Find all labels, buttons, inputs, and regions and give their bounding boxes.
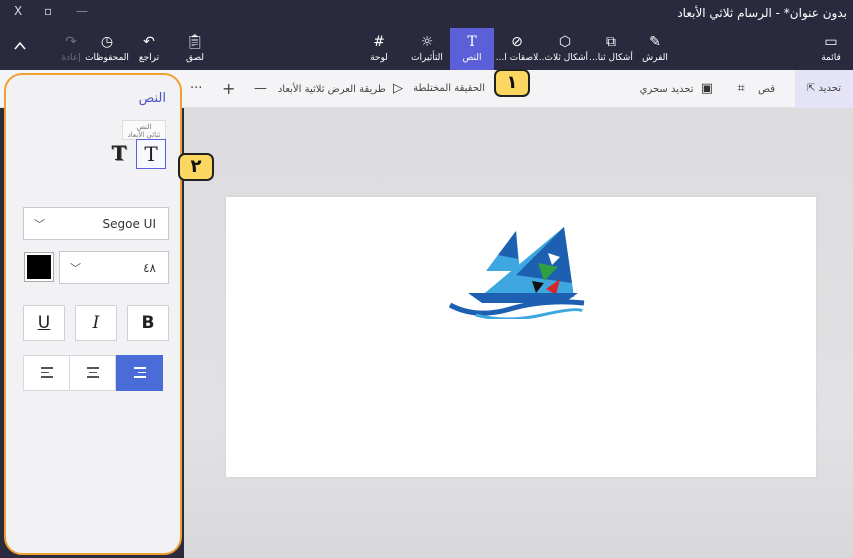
sticker-icon: ⊘ — [511, 34, 523, 50]
select-label: تحديد — [818, 83, 842, 94]
canvas[interactable] — [226, 197, 816, 477]
crop-button[interactable]: قص ⌗ — [733, 70, 775, 108]
canvas-label: لوحة — [370, 53, 388, 63]
clipboard-icon: 📋︎ — [186, 34, 204, 50]
select-tool-button[interactable]: تحديد ⇱ — [795, 70, 853, 108]
folder-icon: ▭ — [824, 34, 838, 50]
zoom-in-button[interactable]: + — [222, 70, 235, 108]
magic-select-label: تحديد سحري — [639, 84, 694, 95]
underline-button[interactable]: U — [23, 305, 65, 341]
crop-label: قص — [757, 84, 775, 95]
cursor-icon: ⇱ — [806, 83, 816, 94]
font-color-swatch[interactable] — [24, 252, 54, 282]
undo-icon: ↶ — [143, 34, 155, 50]
3d-shapes-label: أشكال ثلاث... — [535, 53, 588, 63]
panel-title: النص — [138, 91, 166, 106]
effects-label: التأثيرات — [411, 53, 443, 63]
window-title: بدون عنوان* - الرسام ثلاثي الأبعاد — [677, 6, 847, 20]
font-family-dropdown[interactable]: Segoe UI ﹀ — [23, 207, 169, 240]
font-size-dropdown[interactable]: ٤٨ ﹀ — [59, 251, 169, 284]
text-tool-label: النص — [462, 53, 482, 63]
history-icon: ◷ — [100, 34, 114, 50]
title-bar: X ▫ — بدون عنوان* - الرسام ثلاثي الأبعاد — [0, 0, 853, 28]
history-button[interactable]: ◷ المحفوظات — [84, 28, 130, 70]
sun-icon: ☼ — [420, 34, 434, 50]
menu-label: قائمة — [821, 53, 841, 63]
align-left-button[interactable] — [23, 355, 70, 391]
italic-button[interactable]: I — [75, 305, 117, 341]
undo-label: تراجع — [138, 53, 160, 63]
minimize-window-button[interactable]: — — [76, 4, 88, 18]
canvas-button[interactable]: # لوحة — [356, 28, 402, 70]
align-center-icon — [86, 367, 99, 381]
paste-button[interactable]: 📋︎ لصق — [172, 28, 218, 70]
restore-window-button[interactable]: ▫ — [44, 4, 52, 18]
zoom-out-button[interactable]: — — [254, 70, 267, 108]
history-label: المحفوظات — [85, 53, 129, 63]
stickers-label: لاصقات ا... — [495, 53, 539, 63]
3d-view-label: طريقة العرض ثلاثية الأبعاد — [277, 84, 386, 95]
mixed-reality-label: الحقيقة المختلطة — [413, 83, 485, 94]
cube-icon: ⬡ — [558, 34, 572, 50]
2d-shapes-label: أشكال ثنا... — [589, 53, 633, 63]
magic-select-icon: ▣ — [700, 81, 713, 96]
brushes-label: الفرش — [642, 53, 668, 63]
text-t-icon: T — [467, 34, 477, 50]
text-tool-button[interactable]: T النص — [450, 28, 494, 70]
shapes-icon: ⧉ — [606, 34, 616, 50]
3d-shapes-button[interactable]: ⬡ أشكال ثلاث... — [535, 28, 588, 70]
callout-1: ١ — [494, 69, 530, 97]
chevron-down-icon: ﹀ — [70, 262, 81, 275]
view-3d-icon: ▷ — [393, 81, 403, 96]
callout-2: ٢ — [178, 153, 214, 181]
2d-shapes-button[interactable]: ⧉ أشكال ثنا... — [588, 28, 634, 70]
brush-icon: ✎ — [649, 34, 661, 50]
undo-button[interactable]: ↶ تراجع — [126, 28, 172, 70]
align-right-button[interactable] — [116, 355, 163, 391]
tooltip-line1: النص — [136, 123, 152, 131]
more-options-button[interactable]: ··· — [190, 70, 202, 108]
align-left-icon — [40, 367, 53, 381]
text-2d-button[interactable]: T — [136, 139, 166, 169]
canvas-hash-icon: # — [373, 34, 385, 50]
text-3d-button[interactable]: T — [104, 139, 134, 169]
stickers-button[interactable]: ⊘ لاصقات ا... — [494, 28, 540, 70]
collapse-ribbon-button[interactable] — [14, 40, 26, 54]
font-family-value: Segoe UI — [102, 217, 156, 231]
brushes-button[interactable]: ✎ الفرش — [632, 28, 678, 70]
menu-button[interactable]: ▭ قائمة — [808, 28, 853, 70]
tooltip: النص ثنائي الأبعاد — [122, 120, 166, 140]
effects-button[interactable]: ☼ التأثيرات — [404, 28, 450, 70]
text-properties-panel: النص النص ثنائي الأبعاد T T Segoe UI ﹀ ٤… — [4, 73, 182, 555]
logo-sail-small-shade — [498, 231, 518, 259]
magic-select-button[interactable]: ▣ تحديد سحري — [640, 70, 713, 108]
font-size-value: ٤٨ — [143, 261, 156, 275]
align-center-button[interactable] — [69, 355, 116, 391]
bold-button[interactable]: B — [127, 305, 169, 341]
chevron-down-icon: ﹀ — [34, 218, 45, 231]
3d-view-button[interactable]: ▷ طريقة العرض ثلاثية الأبعاد — [278, 70, 403, 108]
chevron-up-icon — [14, 41, 26, 50]
mixed-reality-button[interactable]: الحقيقة المختلطة — [413, 70, 485, 108]
main-ribbon: ↷ إعادة ◷ المحفوظات ↶ تراجع 📋︎ لصق # لوح… — [0, 28, 853, 70]
tooltip-line2: ثنائي الأبعاد — [127, 131, 161, 139]
close-window-button[interactable]: X — [14, 4, 22, 18]
paste-label: لصق — [185, 53, 205, 63]
crop-icon: ⌗ — [737, 81, 745, 96]
align-right-icon — [133, 367, 146, 381]
sailboat-logo — [448, 227, 585, 319]
